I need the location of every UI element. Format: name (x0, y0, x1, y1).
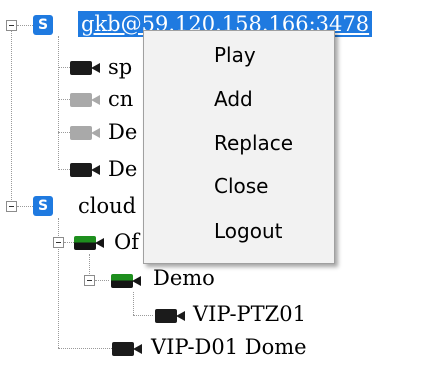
tree-connector (58, 132, 70, 133)
recording-camera-icon (111, 270, 141, 290)
camera-node-label[interactable]: VIP-PTZ01 (193, 301, 306, 327)
tree-connector (133, 315, 153, 316)
menu-item-label: Replace (214, 131, 294, 155)
menu-item-label: Close (214, 174, 269, 198)
tree-connector (58, 67, 70, 68)
camera-node-label[interactable]: cn (108, 86, 133, 112)
tree-connector (11, 26, 12, 206)
menu-item-add[interactable]: Add (144, 77, 334, 121)
collapse-toggle[interactable] (84, 275, 95, 286)
collapse-toggle[interactable] (53, 237, 64, 248)
camera-icon (70, 122, 100, 142)
group-node-label[interactable]: Demo (153, 265, 215, 291)
camera-icon (70, 89, 100, 109)
camera-node-label[interactable]: VIP-D01 Dome (151, 334, 307, 360)
camera-icon (70, 159, 100, 179)
menu-item-label: Play (214, 43, 256, 67)
tree-connector (64, 242, 74, 243)
collapse-toggle[interactable] (6, 20, 17, 31)
camera-node-label[interactable]: sp (108, 54, 132, 80)
context-menu: Play Add Replace Close Logout (143, 30, 335, 264)
collapse-toggle[interactable] (6, 201, 17, 212)
group-node-label[interactable]: Of (114, 229, 139, 255)
menu-item-logout[interactable]: Logout (144, 209, 334, 253)
tree-connector (58, 348, 112, 349)
server-node-label[interactable]: cloud (78, 193, 136, 219)
menu-item-play[interactable]: Play (144, 33, 334, 77)
menu-item-label: Logout (214, 219, 283, 243)
camera-icon (70, 57, 100, 77)
tree-connector (95, 280, 109, 281)
menu-item-replace[interactable]: Replace (144, 121, 334, 165)
tree-connector (133, 292, 134, 315)
camera-node-label[interactable]: De (108, 156, 137, 182)
recording-camera-icon (74, 232, 104, 252)
server-icon: S (33, 15, 53, 35)
tree-connector (58, 99, 70, 100)
camera-icon (112, 338, 142, 358)
camera-icon (155, 305, 185, 325)
tree-connector (58, 36, 59, 170)
menu-item-close[interactable]: Close (144, 164, 334, 208)
menu-item-label: Add (214, 87, 253, 111)
tree-connector (17, 25, 33, 26)
tree-connector (58, 169, 70, 170)
server-icon: S (33, 196, 53, 216)
camera-node-label[interactable]: De (108, 119, 137, 145)
tree-connector (17, 206, 33, 207)
